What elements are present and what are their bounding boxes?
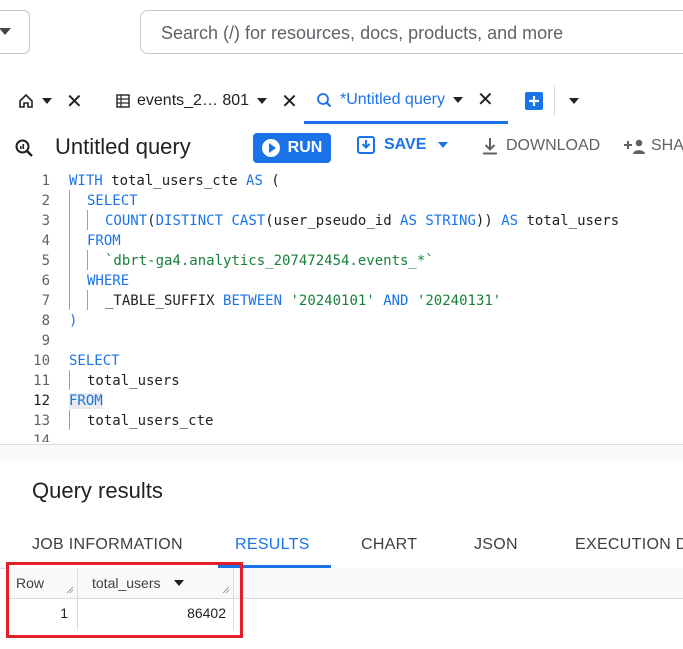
code-line: 10 SELECT — [33, 353, 120, 369]
play-icon — [261, 139, 280, 157]
sql-editor[interactable]: 1 WITH total_users_cte AS ( 2 SELECT 3 COUN… — [0, 170, 683, 442]
code-line: 13 total_users_cte — [0, 410, 683, 430]
resize-handle-icon[interactable] — [66, 586, 74, 594]
code-line: 2 SELECT — [0, 190, 683, 210]
column-header-total-users[interactable]: total_users — [92, 575, 185, 591]
tab-chart[interactable]: CHART — [361, 536, 417, 554]
close-icon[interactable]: ✕ — [281, 89, 298, 114]
column-header-row[interactable]: Row — [16, 575, 44, 591]
home-icon — [19, 93, 33, 108]
tab-job-information[interactable]: JOB INFORMATION — [32, 536, 183, 554]
code-line: 8) — [41, 313, 78, 329]
code-line: 7 _TABLE_SUFFIX BETWEEN '20240101' AND '2… — [0, 290, 683, 310]
add-person-icon — [624, 139, 645, 154]
code-line: 14 — [33, 433, 50, 442]
results-title: Query results — [32, 478, 163, 503]
new-tab-button[interactable] — [524, 78, 544, 124]
code-line: 3 COUNT(DISTINCT CAST(user_pseudo_id AS S… — [0, 210, 683, 230]
table-cell-total-users: 86402 — [187, 605, 226, 621]
results-tabs: JOB INFORMATION RESULTS CHART JSON EXECU… — [0, 520, 683, 569]
search-input[interactable]: Search (/) for resources, docs, products… — [140, 10, 683, 54]
chevron-down-icon[interactable] — [452, 96, 463, 103]
save-button[interactable]: SAVE — [357, 136, 449, 154]
chevron-down-icon — [569, 98, 579, 104]
chevron-down-icon[interactable] — [42, 98, 52, 104]
download-button[interactable]: DOWNLOAD — [482, 137, 600, 155]
run-label: RUN — [287, 139, 323, 156]
code-line: 9 — [41, 333, 50, 349]
sort-dropdown-icon[interactable] — [174, 580, 185, 586]
tab-events-table[interactable]: events_2… 801 ✕ — [116, 78, 298, 124]
chevron-down-icon[interactable] — [257, 98, 268, 104]
column-divider — [233, 568, 234, 630]
top-bar: Search (/) for resources, docs, products… — [0, 0, 683, 62]
download-label: DOWNLOAD — [506, 137, 601, 154]
project-picker-button[interactable] — [0, 10, 30, 54]
code-line: 4 FROM — [0, 230, 683, 250]
run-button[interactable]: RUN — [253, 133, 331, 163]
add-icon — [525, 92, 543, 110]
save-label: SAVE — [384, 136, 427, 153]
tab-json[interactable]: JSON — [474, 536, 518, 554]
code-line: 5 `dbrt-ga4.analytics_207472454.events_*` — [0, 250, 683, 270]
query-toolbar: Untitled query RUN SAVE DOWNLOAD SHA — [0, 124, 683, 170]
close-icon[interactable]: ✕ — [477, 87, 494, 112]
share-label: SHA — [651, 137, 683, 154]
code-line: 11 total_users — [0, 370, 683, 390]
query-icon — [15, 139, 33, 157]
results-table: Row total_users 1 86402 — [6, 568, 683, 630]
code-line: 1 WITH total_users_cte AS ( — [41, 173, 280, 189]
tab-label: *Untitled query — [340, 90, 445, 108]
table-row-number: 1 — [60, 605, 68, 621]
tab-results[interactable]: RESULTS — [235, 536, 310, 554]
editor-tabs: ✕ events_2… 801 ✕ *Untitled query ✕ — [0, 78, 683, 125]
chevron-down-icon — [0, 28, 11, 35]
table-header: Row total_users — [6, 568, 683, 599]
panel-divider[interactable] — [0, 444, 683, 461]
code-line: 6 WHERE — [0, 270, 683, 290]
tab-untitled-query[interactable]: *Untitled query ✕ — [304, 78, 508, 124]
share-button[interactable]: SHA — [624, 137, 683, 155]
download-icon — [483, 138, 497, 155]
tab-execution-details[interactable]: EXECUTION DE — [575, 536, 683, 554]
tab-home[interactable]: ✕ — [18, 78, 83, 124]
chevron-down-icon — [438, 142, 449, 148]
table-icon — [116, 94, 130, 108]
resize-handle-icon[interactable] — [222, 586, 230, 594]
page-title: Untitled query — [55, 134, 191, 159]
column-header-label: total_users — [92, 575, 161, 591]
close-icon[interactable]: ✕ — [66, 89, 83, 114]
tab-label: events_2… 801 — [137, 92, 250, 109]
tab-overflow-button[interactable] — [554, 86, 579, 116]
search-placeholder: Search (/) for resources, docs, products… — [161, 23, 564, 43]
code-line-current: 12 FROM — [33, 393, 103, 409]
query-icon — [317, 92, 332, 107]
save-icon — [357, 136, 375, 154]
